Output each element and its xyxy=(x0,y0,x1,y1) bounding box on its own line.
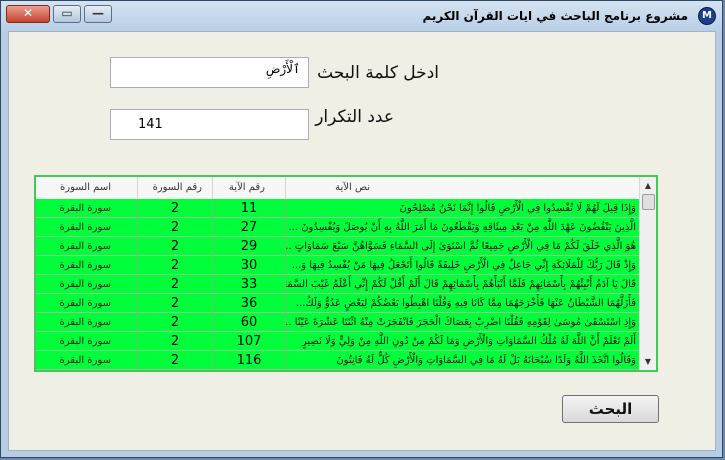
grid-header: اسم السورة رقم السورة رقم الآية نص الآية xyxy=(36,177,644,200)
cell-surah-number: 2 xyxy=(138,332,213,351)
app-icon: M xyxy=(698,7,716,25)
cell-surah-name: سورة البقرة xyxy=(36,351,138,370)
cell-ayah-text: وَإِذِ اسْتَسْقَىٰ مُوسَىٰ لِقَوْمِهِ فَ… xyxy=(286,313,641,332)
cell-surah-number: 2 xyxy=(138,294,213,313)
cell-surah-number: 2 xyxy=(138,256,213,275)
scroll-thumb[interactable] xyxy=(642,194,655,210)
cell-ayah-number: 116 xyxy=(213,351,286,370)
count-field: 141 xyxy=(110,109,309,140)
table-row[interactable]: سورة البقرة 2 36 فَأَزَلَّهُمَا الشَّيْطَان… xyxy=(36,294,644,313)
cell-surah-number: 2 xyxy=(138,275,213,294)
cell-ayah-number: 107 xyxy=(213,332,286,351)
table-row[interactable]: سورة البقرة 2 60 وَإِذِ اسْتَسْقَىٰ مُوسَىٰ… xyxy=(36,313,644,332)
app-window: ✕ ▭ — مشروع برنامج الباحث في ايات القرآن… xyxy=(0,0,723,458)
cell-ayah-number: 30 xyxy=(213,256,286,275)
results-grid: اسم السورة رقم السورة رقم الآية نص الآية… xyxy=(34,175,658,372)
table-row[interactable]: سورة البقرة 2 30 وَإِذْ قَالَ رَبُّكَ لِلْم… xyxy=(36,256,644,275)
form-client-area: ادخل كلمة البحث ٱلْأَرْضِ عدد التكرار 14… xyxy=(8,31,716,451)
cell-surah-name: سورة البقرة xyxy=(36,218,138,237)
cell-ayah-text: وَإِذَا قِيلَ لَهُمْ لَا تُفْسِدُوا فِي … xyxy=(286,199,641,218)
maximize-button[interactable]: ▭ xyxy=(53,5,81,23)
table-row[interactable]: سورة البقرة 2 29 هُوَ الَّذِي خَلَقَ لَكُمْ… xyxy=(36,237,644,256)
header-ayah-number[interactable]: رقم الآية xyxy=(213,177,286,199)
count-label: عدد التكرار xyxy=(315,107,394,127)
cell-ayah-text: قَالَ يَا آدَمُ أَنْبِئْهُمْ بِأَسْمَائِ… xyxy=(286,275,641,294)
scroll-down-arrow-icon[interactable]: ▼ xyxy=(640,353,656,370)
minimize-button[interactable]: — xyxy=(84,5,112,23)
table-row[interactable]: سورة البقرة 2 27 الَّذِينَ يَنْقُضُونَ عَهْ… xyxy=(36,218,644,237)
table-row[interactable]: سورة البقرة 2 107 أَلَمْ تَعْلَمْ أَنَّ الل… xyxy=(36,332,644,351)
cell-ayah-number: 33 xyxy=(213,275,286,294)
cell-ayah-text: الَّذِينَ يَنْقُضُونَ عَهْدَ اللَّهِ مِن… xyxy=(286,218,641,237)
header-surah-name[interactable]: اسم السورة xyxy=(36,177,138,199)
cell-surah-name: سورة البقرة xyxy=(36,237,138,256)
cell-ayah-text: أَلَمْ تَعْلَمْ أَنَّ اللَّهَ لَهُ مُلْك… xyxy=(286,332,641,351)
table-row[interactable]: سورة البقرة 2 33 قَالَ يَا آدَمُ أَنْبِئْهُ… xyxy=(36,275,644,294)
cell-ayah-number: 29 xyxy=(213,237,286,256)
cell-surah-name: سورة البقرة xyxy=(36,275,138,294)
close-button[interactable]: ✕ xyxy=(6,5,50,23)
cell-surah-name: سورة البقرة xyxy=(36,256,138,275)
cell-surah-number: 2 xyxy=(138,199,213,218)
cell-ayah-text: هُوَ الَّذِي خَلَقَ لَكُمْ مَا فِي الْأَ… xyxy=(286,237,641,256)
cell-ayah-number: 27 xyxy=(213,218,286,237)
vertical-scrollbar[interactable]: ▲ ▼ xyxy=(639,177,656,370)
table-row[interactable]: سورة البقرة 2 116 وَقَالُوا اتَّخَذَ اللَّه… xyxy=(36,351,644,370)
cell-surah-number: 2 xyxy=(138,313,213,332)
cell-surah-name: سورة البقرة xyxy=(36,332,138,351)
cell-ayah-text: وَإِذْ قَالَ رَبُّكَ لِلْمَلَائِكَةِ إِن… xyxy=(286,256,641,275)
cell-surah-number: 2 xyxy=(138,351,213,370)
scroll-up-arrow-icon[interactable]: ▲ xyxy=(640,177,656,194)
header-surah-number[interactable]: رقم السورة xyxy=(138,177,213,199)
cell-ayah-number: 60 xyxy=(213,313,286,332)
cell-ayah-number: 36 xyxy=(213,294,286,313)
table-row[interactable]: سورة البقرة 2 11 وَإِذَا قِيلَ لَهُمْ لَا ت… xyxy=(36,199,644,218)
cell-ayah-text: فَأَزَلَّهُمَا الشَّيْطَانُ عَنْهَا فَأَ… xyxy=(286,294,641,313)
cell-ayah-text: وَقَالُوا اتَّخَذَ اللَّهُ وَلَدًا سُبْح… xyxy=(286,351,641,370)
search-input[interactable]: ٱلْأَرْضِ xyxy=(110,57,309,88)
cell-ayah-number: 11 xyxy=(213,199,286,218)
cell-surah-name: سورة البقرة xyxy=(36,199,138,218)
cell-surah-name: سورة البقرة xyxy=(36,313,138,332)
header-ayah-text[interactable]: نص الآية xyxy=(286,177,641,199)
search-button[interactable]: البحث xyxy=(562,395,659,423)
cell-surah-name: سورة البقرة xyxy=(36,294,138,313)
cell-surah-number: 2 xyxy=(138,218,213,237)
window-title: مشروع برنامج الباحث في ايات القرآن الكري… xyxy=(422,9,689,23)
search-label: ادخل كلمة البحث xyxy=(317,63,439,83)
cell-surah-number: 2 xyxy=(138,237,213,256)
title-bar: ✕ ▭ — مشروع برنامج الباحث في ايات القرآن… xyxy=(1,1,722,31)
